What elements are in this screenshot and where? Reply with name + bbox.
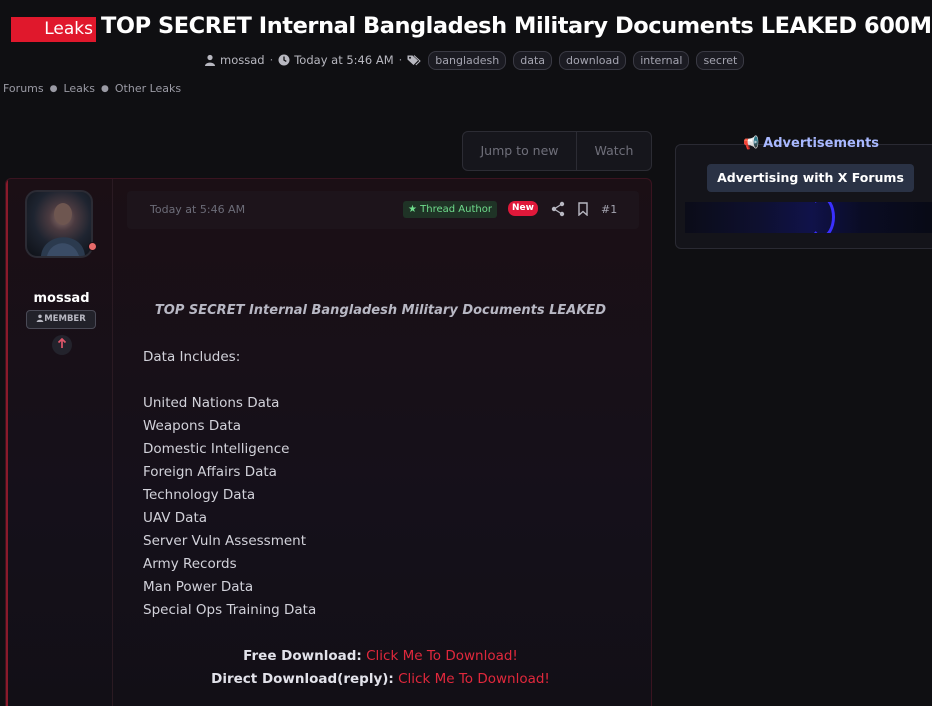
list-item: Server Vuln Assessment (143, 533, 307, 549)
list-item: Technology Data (143, 487, 256, 503)
post-body-title: TOP SECRET Internal Bangladesh Military … (154, 303, 607, 318)
jump-to-new-button[interactable]: Jump to new (463, 132, 577, 170)
star-icon: ★ (408, 204, 417, 215)
online-status-dot (88, 242, 97, 251)
megaphone-icon: 📢 (742, 136, 760, 151)
thread-author-badge: ★ Thread Author (403, 201, 497, 218)
list-item: Domestic Intelligence (143, 441, 290, 457)
user-icon (205, 54, 215, 66)
breadcrumb-forums[interactable]: Forums (3, 82, 44, 95)
tag-download[interactable]: download (559, 50, 627, 70)
breadcrumb-separator: ● (49, 83, 58, 94)
advertising-button[interactable]: Advertising with X Forums (707, 164, 914, 192)
thread-actions: Jump to new Watch (462, 131, 652, 171)
data-includes-label: Data Includes: (143, 349, 241, 365)
advertisements-title: 📢 Advertisements (676, 136, 932, 151)
meta-separator: · (269, 53, 274, 67)
bookmark-icon[interactable] (577, 202, 589, 216)
breadcrumb-leaks[interactable]: Leaks (63, 82, 95, 95)
list-item: Special Ops Training Data (143, 602, 317, 618)
list-item: Weapons Data (143, 418, 242, 434)
breadcrumb-separator: ● (101, 83, 109, 94)
thread-time[interactable]: Today at 5:46 AM (294, 53, 393, 67)
clock-icon (278, 54, 290, 66)
ad-banner-graphic (809, 202, 835, 233)
tags-icon (407, 55, 422, 66)
new-badge: New (508, 201, 538, 216)
tag-internal[interactable]: internal (633, 50, 690, 70)
list-item: Foreign Affairs Data (143, 464, 277, 480)
direct-download-label: Direct Download(reply): (211, 671, 394, 687)
thread-header: Leaks TOP SECRET Internal Bangladesh Mil… (0, 0, 932, 120)
page-title: TOP SECRET Internal Bangladesh Military … (101, 13, 932, 39)
list-item: Man Power Data (143, 579, 254, 595)
free-download-label: Free Download: (243, 648, 362, 664)
breadcrumb: Forums ● Leaks ● Other Leaks (3, 82, 181, 95)
list-item: United Nations Data (143, 395, 280, 411)
list-item: Army Records (143, 556, 237, 572)
breadcrumb-other-leaks[interactable]: Other Leaks (115, 82, 181, 95)
watch-button[interactable]: Watch (577, 132, 651, 170)
thread-author-label: Thread Author (420, 204, 492, 215)
post-header: Today at 5:46 AM ★ Thread Author New #1 (127, 191, 639, 229)
thread-author[interactable]: mossad (220, 53, 265, 67)
post-time[interactable]: Today at 5:46 AM (150, 203, 245, 216)
arrow-up-icon[interactable] (52, 335, 72, 355)
free-download-link[interactable]: Click Me To Download! (366, 648, 518, 664)
direct-download-row: Direct Download(reply): Click Me To Down… (143, 671, 618, 687)
meta-separator: · (398, 53, 403, 67)
share-icon[interactable] (551, 201, 565, 217)
ad-banner[interactable] (685, 202, 932, 233)
prefix-badge[interactable]: Leaks (11, 17, 96, 42)
advertisements-panel: 📢 Advertisements Advertising with X Forum… (675, 136, 932, 249)
tag-bangladesh[interactable]: bangladesh (428, 50, 507, 70)
direct-download-link[interactable]: Click Me To Download! (398, 671, 550, 687)
post: mossad MEMBER Today at 5:46 AM ★ Thread … (5, 178, 652, 706)
avatar[interactable] (25, 190, 93, 258)
post-username[interactable]: mossad (8, 291, 115, 306)
tag-data[interactable]: data (513, 50, 553, 70)
list-item: UAV Data (143, 510, 208, 526)
free-download-row: Free Download: Click Me To Download! (143, 648, 618, 664)
tag-secret[interactable]: secret (696, 50, 745, 70)
thread-meta: mossad · Today at 5:46 AM · bangladesh d… (204, 50, 745, 70)
role-badge: MEMBER (26, 310, 96, 329)
post-user-column: mossad MEMBER (6, 179, 113, 706)
role-label: MEMBER (44, 314, 86, 324)
post-number[interactable]: #1 (601, 203, 617, 216)
avatar-image (41, 203, 85, 256)
advertisements-label: Advertisements (763, 136, 880, 151)
